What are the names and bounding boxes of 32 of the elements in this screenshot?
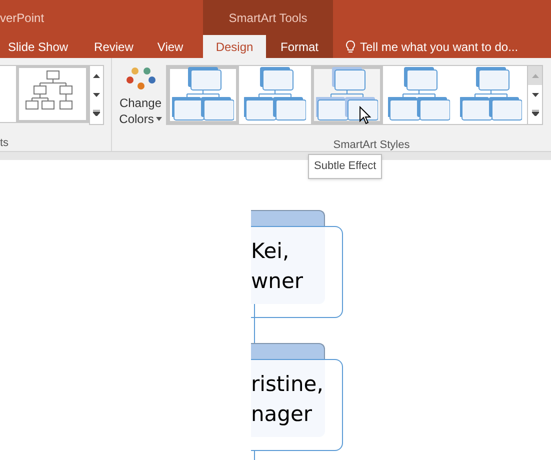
expand-icon xyxy=(532,110,538,116)
group-label: ts xyxy=(0,136,10,150)
tooltip: Subtle Effect xyxy=(308,154,382,178)
style-thumbnail[interactable] xyxy=(167,66,239,124)
ribbon-tab[interactable]: Review xyxy=(82,35,146,58)
lightbulb-icon xyxy=(345,40,356,54)
org-chart-thumbnail-icon xyxy=(172,67,234,123)
contextual-tab-header: SmartArt Tools xyxy=(203,0,333,35)
node-text: wner xyxy=(251,268,304,294)
org-chart-thumbnail-icon xyxy=(388,67,450,123)
org-chart-thumbnail-icon xyxy=(316,67,378,123)
org-chart-thumbnail-icon xyxy=(460,67,522,123)
app-title: verPoint xyxy=(0,10,44,26)
tell-me-search[interactable]: Tell me what you want to do... xyxy=(345,35,518,58)
node-text: Kei, xyxy=(251,238,290,264)
up-arrow-icon xyxy=(93,74,100,78)
change-colors-button[interactable]: Change Colors xyxy=(117,65,164,127)
down-arrow-icon xyxy=(93,92,100,96)
ribbon-tab[interactable]: View xyxy=(145,35,196,58)
ribbon-tab[interactable]: Slide Show xyxy=(0,35,82,58)
ribbon-tab[interactable]: Design xyxy=(203,35,266,58)
up-arrow-icon xyxy=(532,74,538,78)
down-arrow-icon xyxy=(532,92,538,96)
node-text: nager xyxy=(251,400,314,428)
expand-icon xyxy=(93,110,100,116)
org-chart-thumbnail-icon xyxy=(244,67,306,123)
caret-icon xyxy=(156,117,162,121)
style-thumbnail[interactable] xyxy=(311,66,383,124)
layout-thumbnail[interactable] xyxy=(16,65,89,123)
group-label: SmartArt Styles xyxy=(333,138,410,153)
ribbon-tab[interactable]: Format xyxy=(266,35,333,58)
node-text: ristine, xyxy=(251,370,324,398)
